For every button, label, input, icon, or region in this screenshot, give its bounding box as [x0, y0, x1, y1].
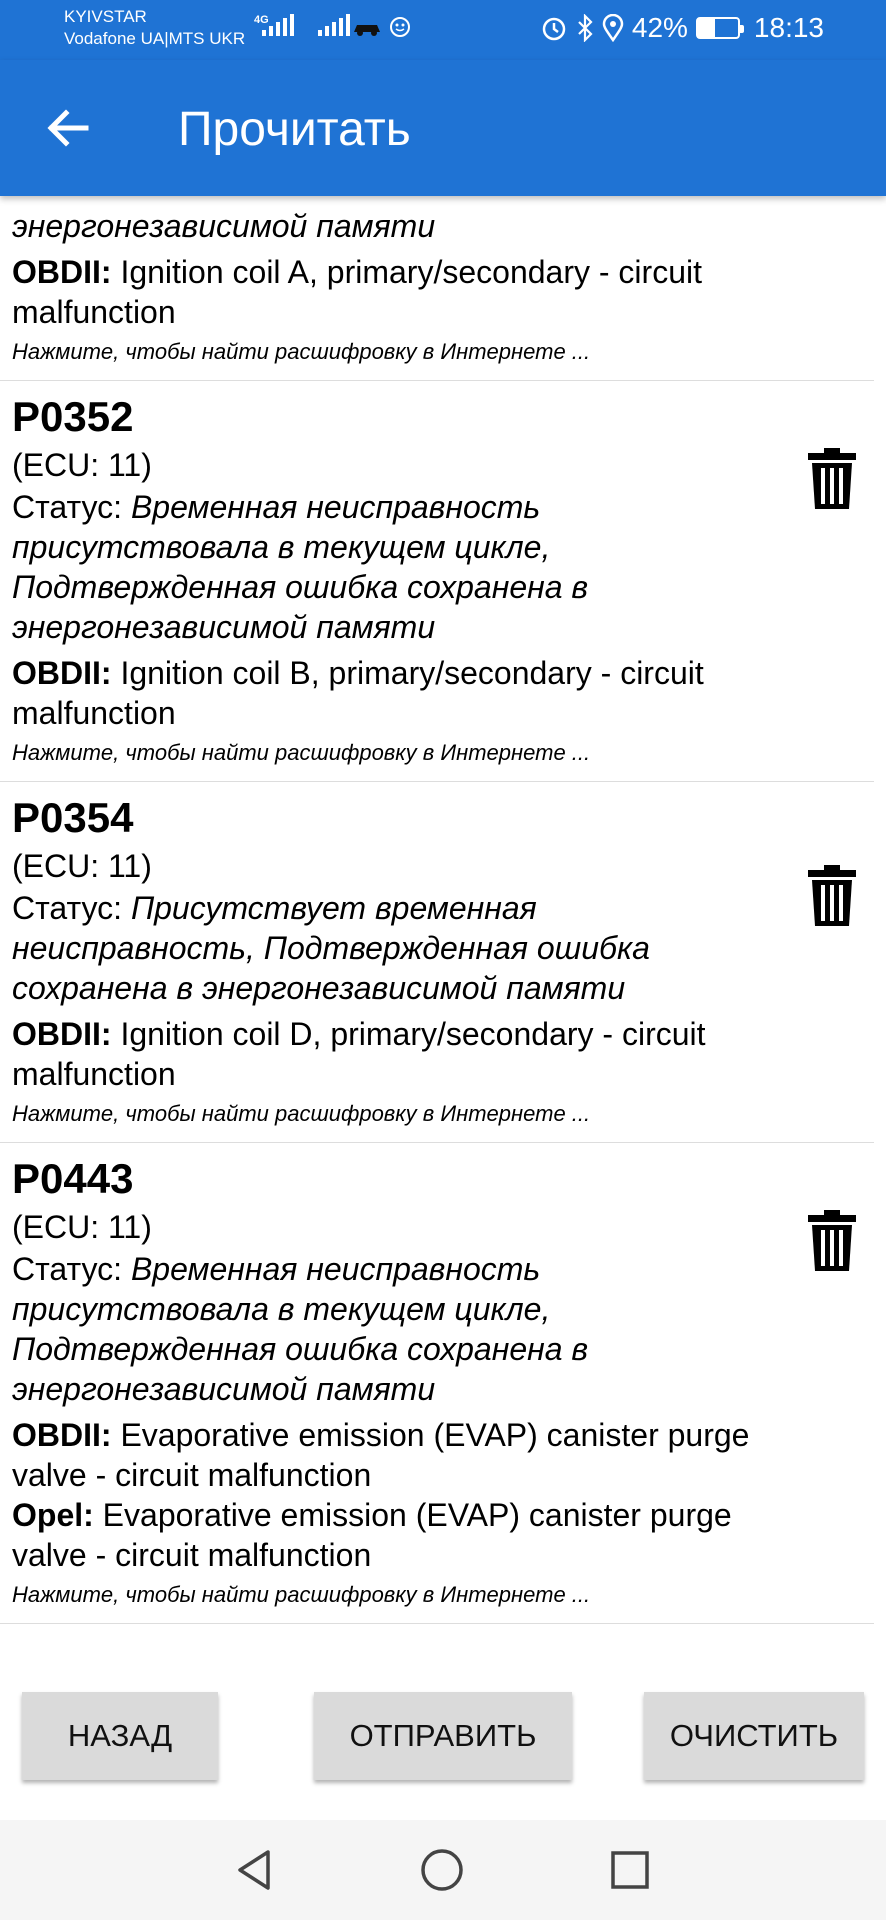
opel-text: Evaporative emission (EVAP) canister pur… [12, 1497, 732, 1573]
waze-icon [390, 17, 410, 37]
carrier-primary: KYIVSTAR [64, 7, 147, 26]
status-line: Статус: Временная неисправность присутст… [12, 487, 784, 647]
send-button[interactable]: ОТПРАВИТЬ [314, 1692, 572, 1780]
dtc-list[interactable]: энергонезависимой памяти OBDII: Ignition… [0, 196, 886, 1648]
obd-description: OBDII: Ignition coil A, primary/secondar… [12, 252, 784, 332]
car-icon [354, 25, 380, 36]
obd-label: OBDII: [12, 655, 112, 691]
bluetooth-icon [578, 14, 593, 42]
search-hint-link[interactable]: Нажмите, чтобы найти расшифровку в Интер… [12, 737, 784, 769]
status-line: Статус: Временная неисправность присутст… [12, 1249, 784, 1409]
signal-strength-icon [262, 14, 294, 36]
list-item[interactable]: P0354 (ECU: 11) Статус: Присутствует вре… [0, 782, 874, 1143]
nav-recents-icon[interactable] [600, 1840, 660, 1900]
search-hint-link[interactable]: Нажмите, чтобы найти расшифровку в Интер… [12, 1098, 784, 1130]
obd-label: OBDII: [12, 1016, 112, 1052]
status-bar: KYIVSTAR Vodafone UA|MTS UKR 4G 42% 18:1… [0, 0, 886, 60]
obd-text: Ignition coil D, primary/secondary - cir… [12, 1016, 706, 1092]
opel-description: Opel: Evaporative emission (EVAP) canist… [12, 1495, 784, 1575]
search-hint-link[interactable]: Нажмите, чтобы найти расшифровку в Интер… [12, 336, 784, 368]
page-title: Прочитать [178, 103, 411, 156]
ecu-label: (ECU: 11) [12, 1209, 152, 1245]
status-right: 42% 18:13 [540, 12, 824, 44]
ecu-label: (ECU: 11) [12, 447, 152, 483]
signal-strength-2-icon [318, 14, 350, 36]
arrow-left-icon[interactable] [40, 100, 96, 156]
search-hint-link[interactable]: Нажмите, чтобы найти расшифровку в Интер… [12, 1579, 784, 1611]
obd-text: Ignition coil B, primary/secondary - cir… [12, 655, 704, 731]
obd-description: OBDII: Evaporative emission (EVAP) canis… [12, 1415, 784, 1495]
status-value: энергонезависимой памяти [12, 208, 436, 244]
trash-icon[interactable] [806, 447, 858, 511]
status-line: Статус: Присутствует временная неисправн… [12, 888, 784, 1008]
list-item[interactable]: P0443 (ECU: 11) Статус: Временная неиспр… [0, 1143, 874, 1624]
system-nav-bar [0, 1820, 886, 1920]
list-item[interactable]: P0352 (ECU: 11) Статус: Временная неиспр… [0, 381, 874, 782]
alarm-icon [542, 17, 566, 41]
back-button[interactable]: НАЗАД [22, 1692, 218, 1780]
location-icon [602, 14, 624, 42]
button-bar: НАЗАД ОТПРАВИТЬ ОЧИСТИТЬ [0, 1648, 886, 1820]
battery-icon [695, 17, 744, 39]
dtc-code: P0352 [12, 393, 134, 440]
app-bar: Прочитать [0, 60, 886, 196]
ecu-label: (ECU: 11) [12, 848, 152, 884]
battery-fill [697, 19, 715, 37]
obd-text: Evaporative emission (EVAP) canister pur… [12, 1417, 750, 1493]
clear-button[interactable]: ОЧИСТИТЬ [644, 1692, 864, 1780]
status-label: Статус: [12, 489, 131, 525]
obd-description: OBDII: Ignition coil D, primary/secondar… [12, 1014, 784, 1094]
obd-label: OBDII: [12, 254, 112, 290]
trash-icon[interactable] [806, 864, 858, 928]
obd-description: OBDII: Ignition coil B, primary/secondar… [12, 653, 784, 733]
opel-label: Opel: [12, 1497, 94, 1533]
status-label: Статус: [12, 890, 131, 926]
carrier-info: KYIVSTAR Vodafone UA|MTS UKR [64, 6, 245, 50]
obd-label: OBDII: [12, 1417, 112, 1453]
clock: 18:13 [753, 12, 824, 43]
list-item[interactable]: энергонезависимой памяти OBDII: Ignition… [0, 196, 874, 381]
carrier-secondary: Vodafone UA|MTS UKR [64, 29, 246, 48]
dtc-code: P0354 [12, 794, 134, 841]
obd-text: Ignition coil A, primary/secondary - cir… [12, 254, 702, 330]
trash-icon[interactable] [806, 1209, 858, 1273]
status-label: Статус: [12, 1251, 131, 1287]
nav-back-icon[interactable] [224, 1840, 284, 1900]
nav-home-icon[interactable] [412, 1840, 472, 1900]
dtc-code: P0443 [12, 1155, 134, 1202]
battery-percent: 42% [631, 12, 688, 43]
